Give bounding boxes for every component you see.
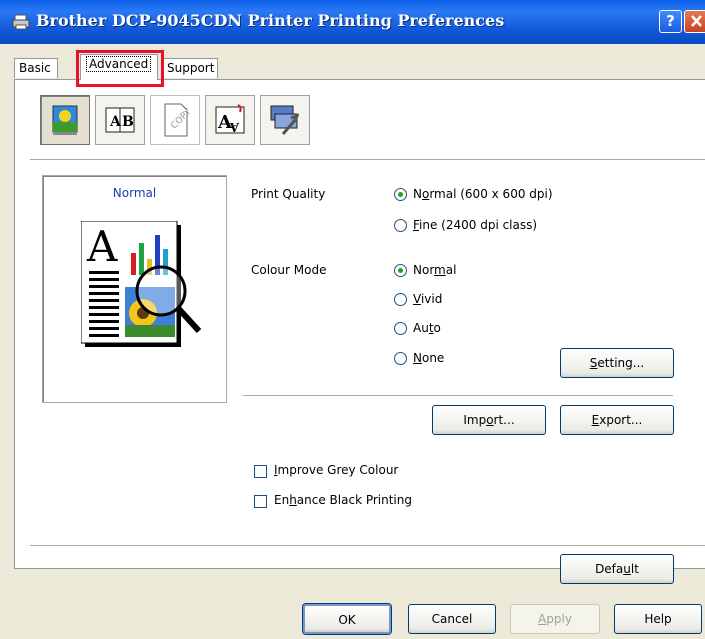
colour-none-radio[interactable] xyxy=(394,352,407,365)
export-button[interactable]: Export... xyxy=(560,405,674,435)
svg-text:A: A xyxy=(109,114,122,130)
quality-normal-radio[interactable] xyxy=(394,188,407,201)
device-options-button[interactable] xyxy=(260,95,310,145)
watermark-icon: COPY xyxy=(164,103,194,137)
page-setting-icon: A A xyxy=(215,104,245,134)
svg-text:A: A xyxy=(229,120,240,134)
middle-divider xyxy=(243,395,673,397)
print-preview-image: A xyxy=(81,221,202,347)
printing-preferences-window: Brother DCP-9045CDN Printer Printing Pre… xyxy=(0,0,705,639)
setting-button[interactable]: Setting... xyxy=(560,348,674,378)
preview-panel: Normal A xyxy=(42,175,227,403)
colour-vivid-radio[interactable] xyxy=(394,293,407,306)
title-bar[interactable]: Brother DCP-9045CDN Printer Printing Pre… xyxy=(0,0,705,44)
tab-highlight-annotation xyxy=(76,50,164,87)
tab-support[interactable]: Support xyxy=(162,58,218,78)
quality-normal-label[interactable]: Normal (600 x 600 dpi) xyxy=(413,187,553,201)
top-divider xyxy=(30,159,705,161)
enhance-black-checkbox[interactable] xyxy=(254,495,267,508)
printer-icon xyxy=(12,14,30,30)
colour-icon xyxy=(52,105,78,135)
improve-grey-label[interactable]: Improve Grey Colour xyxy=(274,463,398,477)
svg-text:A: A xyxy=(86,222,118,271)
ok-button[interactable]: OK xyxy=(303,604,391,634)
colour-settings-button[interactable] xyxy=(40,95,90,145)
device-options-icon xyxy=(270,105,300,135)
layout-icon: A B xyxy=(105,107,135,133)
close-icon xyxy=(691,15,702,27)
colour-normal-radio[interactable] xyxy=(394,264,407,277)
svg-text:B: B xyxy=(122,114,134,130)
quality-fine-label[interactable]: Fine (2400 dpi class) xyxy=(413,218,537,232)
window-title: Brother DCP-9045CDN Printer Printing Pre… xyxy=(36,11,505,30)
preview-label: Normal xyxy=(112,186,157,200)
enhance-black-label[interactable]: Enhance Black Printing xyxy=(274,493,412,507)
help-button[interactable]: Help xyxy=(614,604,702,634)
colour-auto-label[interactable]: Auto xyxy=(413,321,441,335)
colour-mode-label: Colour Mode xyxy=(251,263,327,277)
tab-basic[interactable]: Basic xyxy=(14,58,58,78)
colour-auto-radio[interactable] xyxy=(394,322,407,335)
print-quality-label: Print Quality xyxy=(251,187,326,201)
bottom-divider xyxy=(30,545,705,547)
quality-fine-radio[interactable] xyxy=(394,219,407,232)
cancel-button[interactable]: Cancel xyxy=(408,604,496,634)
colour-normal-label[interactable]: Normal xyxy=(413,263,456,277)
import-button[interactable]: Import... xyxy=(432,405,546,435)
apply-button[interactable]: Apply xyxy=(510,604,600,634)
page-setting-button[interactable]: A A xyxy=(205,95,255,145)
improve-grey-checkbox[interactable] xyxy=(254,465,267,478)
close-button[interactable] xyxy=(684,10,705,33)
help-title-button[interactable]: ? xyxy=(659,10,682,33)
colour-vivid-label[interactable]: Vivid xyxy=(413,292,442,306)
colour-none-label[interactable]: None xyxy=(413,351,444,365)
default-button[interactable]: Default xyxy=(560,554,674,584)
watermark-settings-button[interactable]: COPY xyxy=(150,95,200,145)
layout-settings-button[interactable]: A B xyxy=(95,95,145,145)
